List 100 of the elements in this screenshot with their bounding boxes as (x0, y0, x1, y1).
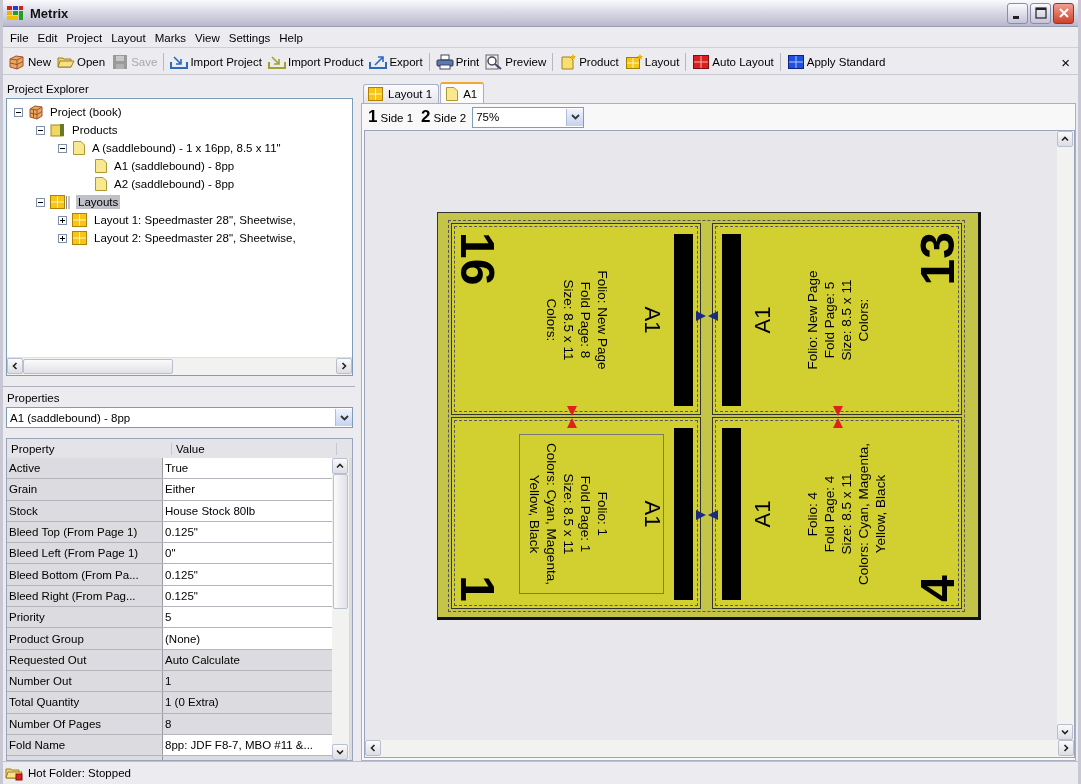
tree-item[interactable]: Layout 2: Speedmaster 28", Sheetwise, (92, 231, 298, 245)
collapse-icon[interactable] (35, 124, 46, 136)
tray-arrow-icon (267, 54, 286, 70)
fold-mark-icon (832, 405, 844, 429)
menu-item[interactable]: Layout (108, 31, 152, 44)
page-icon (94, 176, 108, 192)
imposed-page[interactable]: A1 Folio: 4 Fold Page: 4 Size: 8.5 x 11 Colors: Cyan, Magenta, Yellow, Black 4 (712, 417, 962, 609)
toolbar-button[interactable]: New (5, 51, 54, 73)
toolbar-button[interactable]: Product (556, 51, 622, 73)
close-button[interactable] (1053, 2, 1074, 24)
scroll-down-button[interactable] (1057, 724, 1073, 740)
property-value[interactable]: 0.125" (163, 585, 332, 607)
toolbar-button[interactable]: Import Product (264, 51, 367, 73)
property-name: Grain (7, 479, 163, 500)
side-button[interactable]: 1 Side 1 (366, 107, 416, 127)
tray-arrow-icon (369, 54, 388, 70)
tree-item[interactable]: A (saddlebound) - 1 x 16pp, 8.5 x 11" (90, 141, 283, 155)
cube-icon (28, 104, 44, 120)
selection-frame[interactable]: A1 Folio: 1 Fold Page: 1 Size: 8.5 x 11 Colors: Cyan, Magenta, Yellow, Black (519, 434, 664, 594)
tree-item[interactable]: Products (70, 123, 120, 137)
property-value[interactable]: (None) (163, 628, 332, 649)
scroll-thumb[interactable] (23, 359, 173, 374)
document-tab[interactable]: Layout 1 (363, 84, 440, 103)
grid-icon (72, 212, 88, 228)
toolbar-button[interactable]: Open (54, 51, 109, 73)
toolbar-button[interactable]: Print (432, 51, 483, 73)
minimize-button[interactable] (1007, 2, 1028, 24)
toolbar-button[interactable]: Layout (621, 51, 683, 73)
side-button[interactable]: 2 Side 2 (419, 107, 469, 127)
scroll-down-button[interactable] (332, 744, 348, 760)
page-icon (72, 140, 86, 156)
expand-icon[interactable] (57, 232, 68, 244)
tree-item[interactable]: A2 (saddlebound) - 8pp (112, 177, 237, 191)
page-info: Folio: New Page Fold Page: 5 Size: 8.5 x 11 Colors: (804, 270, 872, 370)
document-tab[interactable]: A1 (440, 82, 485, 103)
toolbar-button[interactable]: Apply Standard (783, 51, 889, 73)
property-value[interactable]: 5 (163, 607, 332, 628)
menu-item[interactable]: Marks (151, 31, 192, 44)
fold-mark-icon (695, 509, 719, 521)
tree-item[interactable]: Layouts (76, 195, 121, 209)
property-value[interactable]: House Stock 80lb (163, 500, 332, 521)
property-value[interactable]: Either (163, 479, 332, 500)
page-label: A1 (641, 500, 663, 528)
menu-item[interactable]: Help (276, 31, 309, 44)
toolbar-button[interactable]: Export (366, 51, 426, 73)
imposed-page[interactable]: A1 Folio: 1 Fold Page: 1 Size: 8.5 x 11 Colors: Cyan, Magenta, Yellow, Black 1 (451, 417, 701, 609)
property-value[interactable]: 8pp: JDF F8-7, MBO #11 &... (163, 734, 332, 756)
toolbar-button[interactable]: Auto Layout (689, 51, 777, 73)
menu-item[interactable]: Edit (34, 31, 64, 44)
tray-arrow-icon (170, 54, 189, 70)
column-header[interactable]: Value (172, 442, 337, 455)
page-icon (559, 54, 578, 70)
scroll-up-button[interactable] (332, 458, 348, 474)
collapse-icon[interactable] (57, 142, 68, 154)
horizontal-scrollbar[interactable] (365, 740, 1074, 757)
collapse-icon[interactable] (35, 196, 46, 208)
scroll-right-button[interactable] (1058, 740, 1074, 756)
grid-icon (786, 54, 805, 70)
imposed-page[interactable]: A1 Folio: New Page Fold Page: 5 Size: 8.5 x 11 Colors: 13 (712, 223, 962, 415)
property-name: Total Quantity (7, 692, 163, 713)
page-label: A1 (641, 306, 663, 334)
horizontal-scrollbar[interactable] (7, 357, 352, 375)
caret-icon (1061, 135, 1069, 143)
vertical-scrollbar[interactable] (332, 458, 349, 760)
property-value[interactable]: True (163, 458, 332, 479)
menu-item[interactable]: File (7, 31, 35, 44)
tree-item[interactable]: Layout 1: Speedmaster 28", Sheetwise, (92, 213, 298, 227)
column-header[interactable]: Property (7, 442, 172, 455)
property-name: Bleed Top (From Page 1) (7, 521, 163, 543)
page-number: 16 (457, 231, 497, 288)
grid-icon (72, 230, 88, 246)
property-value[interactable]: 0.125" (163, 564, 332, 585)
tree-item[interactable]: Project (book) (48, 105, 124, 119)
maximize-button[interactable] (1030, 2, 1051, 24)
tree-item[interactable]: A1 (saddlebound) - 8pp (112, 159, 237, 173)
property-value[interactable]: 0.125" (163, 521, 332, 543)
imposed-page[interactable]: A1 Folio: New Page Fold Page: 8 Size: 8.5 x 11 Colors: 16 (451, 223, 701, 415)
fold-mark-icon (566, 405, 578, 429)
menu-item[interactable]: Settings (225, 31, 277, 44)
scroll-left-button[interactable] (365, 740, 381, 756)
vertical-scrollbar[interactable] (1057, 131, 1074, 740)
scroll-right-button[interactable] (336, 358, 352, 374)
menu-item[interactable]: View (192, 31, 226, 44)
magnifier-icon (485, 54, 504, 70)
grid-icon (368, 86, 384, 102)
property-value[interactable]: 0" (163, 543, 332, 564)
object-dropdown[interactable]: A1 (saddlebound) - 8pp (6, 407, 353, 428)
menu-item[interactable]: Project (63, 31, 109, 44)
scroll-left-button[interactable] (7, 358, 23, 374)
property-name: Number Of Pages (7, 713, 163, 734)
toolbar-close-button[interactable]: × (1055, 53, 1076, 71)
scroll-up-button[interactable] (1057, 131, 1073, 147)
toolbar-button[interactable]: Preview (482, 51, 550, 73)
zoom-dropdown[interactable]: 75% (472, 106, 585, 128)
expand-icon[interactable] (57, 214, 68, 226)
maximize-icon (1034, 7, 1047, 19)
toolbar-button[interactable]: Import Project (167, 51, 265, 73)
collapse-icon[interactable] (13, 106, 24, 118)
property-name: Bleed Left (From Page 1) (7, 543, 163, 564)
scroll-thumb[interactable] (333, 474, 348, 609)
